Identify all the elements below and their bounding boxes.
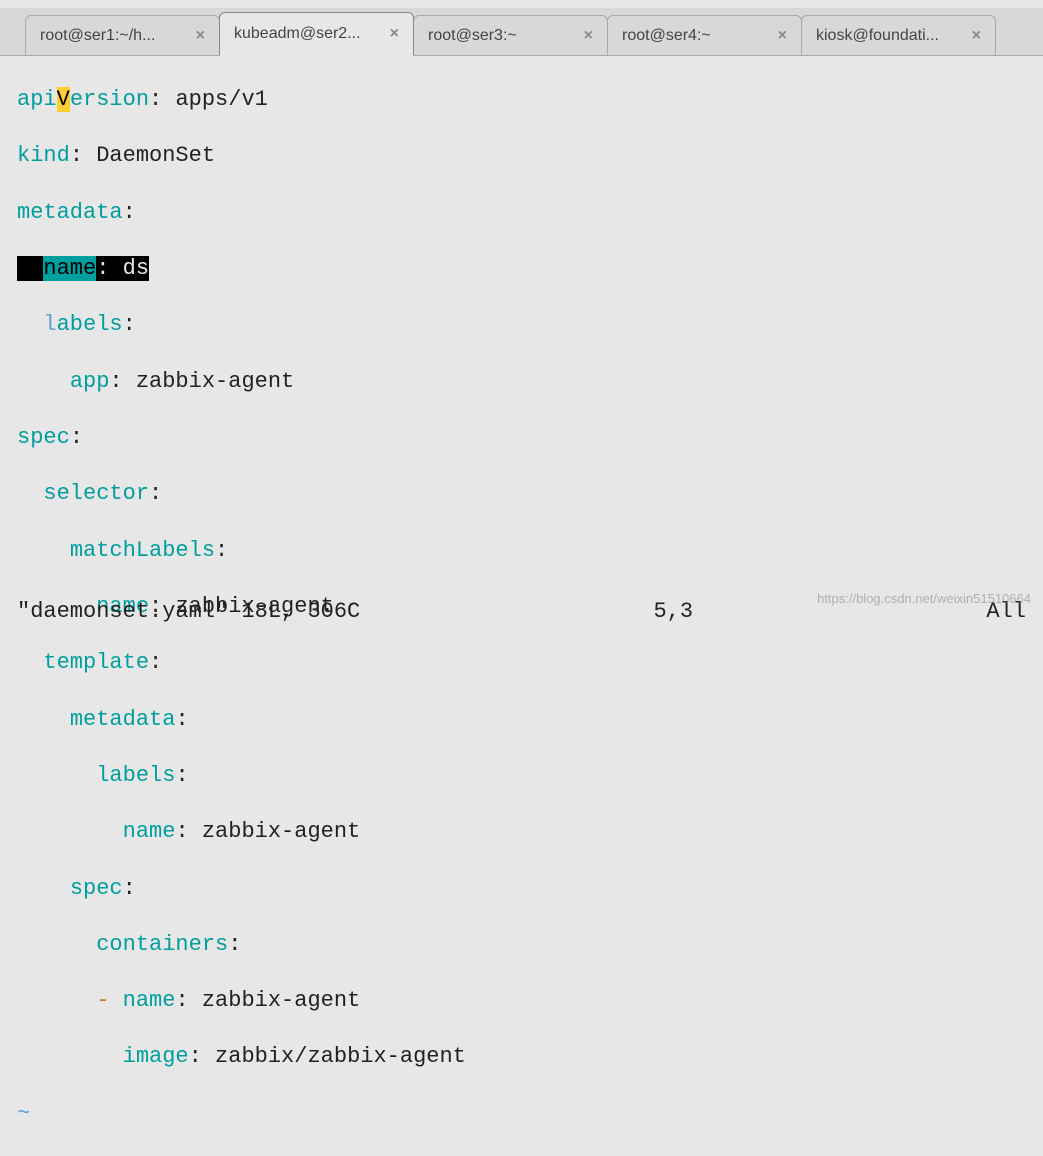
code-line: labels:	[17, 311, 1043, 339]
code-line: selector:	[17, 480, 1043, 508]
code-line: - name: zabbix-agent	[17, 987, 1043, 1015]
terminal-tab[interactable]: kubeadm@ser2... ×	[219, 12, 414, 56]
code-line: app: zabbix-agent	[17, 368, 1043, 396]
code-line: spec:	[17, 875, 1043, 903]
terminal-tab[interactable]: root@ser4:~ ×	[607, 15, 802, 55]
code-line: apiVersion: apps/v1	[17, 86, 1043, 114]
close-icon[interactable]: ×	[580, 27, 597, 45]
code-line: kind: DaemonSet	[17, 142, 1043, 170]
status-position: 5,3	[654, 599, 694, 624]
tabbar: root@ser1:~/h...×kubeadm@ser2...×root@se…	[0, 8, 1043, 56]
code-line: metadata:	[17, 199, 1043, 227]
close-icon[interactable]: ×	[386, 25, 403, 43]
code-line: containers:	[17, 931, 1043, 959]
empty-line-tilde: ~	[17, 1100, 1043, 1128]
code-line: spec:	[17, 424, 1043, 452]
cursor: V	[57, 87, 70, 112]
tab-title: root@ser3:~	[428, 27, 517, 45]
tab-title: kiosk@foundati...	[816, 27, 939, 45]
code-line: name: ds	[17, 255, 1043, 283]
close-icon[interactable]: ×	[968, 27, 985, 45]
tab-title: kubeadm@ser2...	[234, 25, 361, 43]
terminal-tab[interactable]: kiosk@foundati... ×	[801, 15, 996, 55]
menubar	[0, 0, 1043, 8]
status-file: "daemonset.yaml" 18L, 306C	[17, 599, 360, 624]
close-icon[interactable]: ×	[774, 27, 791, 45]
code-line: metadata:	[17, 706, 1043, 734]
tab-title: root@ser4:~	[622, 27, 711, 45]
tab-title: root@ser1:~/h...	[40, 27, 155, 45]
terminal-tab[interactable]: root@ser1:~/h... ×	[25, 15, 220, 55]
code-line: matchLabels:	[17, 537, 1043, 565]
close-icon[interactable]: ×	[192, 27, 209, 45]
code-line: template:	[17, 649, 1043, 677]
code-line: labels:	[17, 762, 1043, 790]
code-line: image: zabbix/zabbix-agent	[17, 1043, 1043, 1071]
terminal-tab[interactable]: root@ser3:~ ×	[413, 15, 608, 55]
watermark: https://blog.csdn.net/weixin51510664	[817, 591, 1031, 606]
code-line: name: zabbix-agent	[17, 818, 1043, 846]
